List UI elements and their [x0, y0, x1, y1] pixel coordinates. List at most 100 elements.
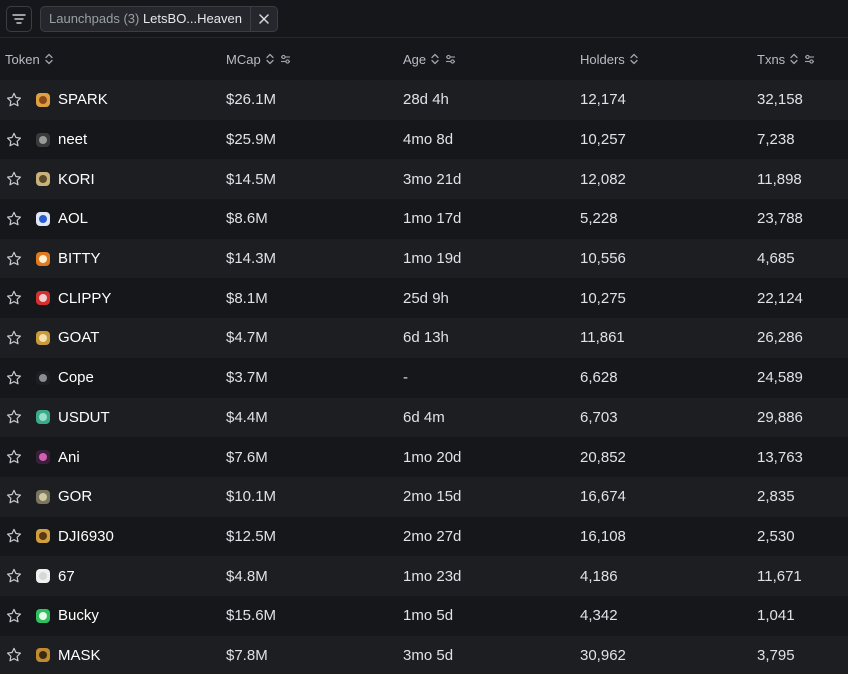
header-mcap[interactable]: MCap — [226, 38, 291, 80]
token-name[interactable]: BITTY — [58, 239, 101, 279]
sort-icon — [431, 53, 439, 65]
token-name[interactable]: KORI — [58, 159, 95, 199]
token-name[interactable]: GOR — [58, 477, 92, 517]
star-icon — [6, 330, 22, 345]
token-logo — [36, 596, 50, 636]
token-logo — [36, 199, 50, 239]
token-name[interactable]: Cope — [58, 358, 94, 398]
column-filter-icon[interactable] — [445, 54, 456, 64]
close-icon — [259, 13, 269, 24]
table-row[interactable]: AOL $8.6M 1mo 17d 5,228 23,788 — [0, 199, 848, 239]
token-txns: 1,041 — [757, 607, 795, 625]
token-name[interactable]: GOAT — [58, 318, 99, 358]
token-txns: 23,788 — [757, 210, 803, 228]
header-holders-label: Holders — [580, 51, 625, 67]
table-row[interactable]: GOR $10.1M 2mo 15d 16,674 2,835 — [0, 476, 848, 517]
header-holders[interactable]: Holders — [580, 38, 638, 80]
token-name[interactable]: USDUT — [58, 398, 110, 438]
token-name[interactable]: neet — [58, 120, 87, 160]
table-row[interactable]: 67 $4.8M 1mo 23d 4,186 11,671 — [0, 556, 848, 596]
token-logo-icon — [36, 648, 50, 663]
favorite-star-button[interactable] — [5, 278, 23, 318]
token-txns: 11,898 — [757, 170, 802, 188]
token-logo-icon — [36, 450, 50, 465]
token-txns: 22,124 — [757, 289, 803, 307]
token-holders: 12,174 — [580, 91, 626, 109]
sort-icon — [630, 53, 638, 65]
table-row[interactable]: CLIPPY $8.1M 25d 9h 10,275 22,124 — [0, 278, 848, 319]
star-icon — [6, 92, 22, 107]
header-token[interactable]: Token — [5, 38, 53, 80]
token-logo-icon — [36, 370, 50, 385]
favorite-star-button[interactable] — [5, 199, 23, 239]
token-name[interactable]: Bucky — [58, 596, 99, 636]
token-name[interactable]: MASK — [58, 636, 101, 674]
column-filter-icon[interactable] — [804, 54, 815, 64]
token-holders: 16,674 — [580, 488, 626, 506]
token-logo — [36, 477, 50, 517]
favorite-star-button[interactable] — [5, 159, 23, 199]
token-logo-icon — [36, 608, 50, 623]
table-row[interactable]: Cope $3.7M - 6,628 24,589 — [0, 357, 848, 398]
token-name[interactable]: AOL — [58, 199, 88, 239]
table-row[interactable]: MASK $7.8M 3mo 5d 30,962 3,795 — [0, 635, 848, 674]
favorite-star-button[interactable] — [5, 80, 23, 120]
token-mcap: $4.8M — [226, 567, 268, 585]
token-txns: 24,589 — [757, 369, 803, 387]
favorite-star-button[interactable] — [5, 556, 23, 596]
token-age: 28d 4h — [403, 91, 449, 109]
favorite-star-button[interactable] — [5, 596, 23, 636]
table-row[interactable]: Ani $7.6M 1mo 20d 20,852 13,763 — [0, 437, 848, 477]
favorite-star-button[interactable] — [5, 517, 23, 557]
table-row[interactable]: USDUT $4.4M 6d 4m 6,703 29,886 — [0, 397, 848, 438]
favorite-star-button[interactable] — [5, 239, 23, 279]
column-filter-icon[interactable] — [280, 54, 291, 64]
favorite-star-button[interactable] — [5, 318, 23, 358]
token-name[interactable]: SPARK — [58, 80, 108, 120]
filter-menu-button[interactable] — [6, 5, 32, 32]
star-icon — [6, 529, 22, 543]
table-row[interactable]: Bucky $15.6M 1mo 5d 4,342 1,041 — [0, 595, 848, 636]
token-logo-icon — [36, 529, 50, 544]
table-row[interactable]: neet $25.9M 4mo 8d 10,257 7,238 — [0, 119, 848, 160]
favorite-star-button[interactable] — [5, 398, 23, 438]
token-logo — [36, 358, 50, 398]
table-row[interactable]: KORI $14.5M 3mo 21d 12,082 11,898 — [0, 159, 848, 200]
token-name[interactable]: CLIPPY — [58, 278, 111, 318]
token-holders: 12,082 — [580, 170, 626, 188]
favorite-star-button[interactable] — [5, 120, 23, 160]
star-icon — [6, 291, 22, 305]
token-txns: 7,238 — [757, 131, 795, 149]
token-name[interactable]: DJI6930 — [58, 517, 114, 557]
table-header: Token MCap Age Holders Txns — [0, 38, 848, 80]
favorite-star-button[interactable] — [5, 477, 23, 517]
token-holders: 16,108 — [580, 527, 626, 545]
token-logo-icon — [36, 330, 50, 345]
favorite-star-button[interactable] — [5, 437, 23, 477]
token-logo-icon — [36, 211, 50, 226]
table-row[interactable]: SPARK $26.1M 28d 4h 12,174 32,158 — [0, 80, 848, 120]
header-txns[interactable]: Txns — [757, 38, 815, 80]
favorite-star-button[interactable] — [5, 358, 23, 398]
token-txns: 29,886 — [757, 408, 803, 426]
token-txns: 3,795 — [757, 646, 795, 664]
table-row[interactable]: GOAT $4.7M 6d 13h 11,861 26,286 — [0, 318, 848, 358]
token-holders: 4,186 — [580, 567, 618, 585]
token-age: 1mo 5d — [403, 607, 454, 625]
token-txns: 2,835 — [757, 488, 795, 506]
token-logo — [36, 239, 50, 279]
table-row[interactable]: DJI6930 $12.5M 2mo 27d 16,108 2,530 — [0, 516, 848, 557]
header-age[interactable]: Age — [403, 38, 456, 80]
token-holders: 11,861 — [580, 329, 625, 347]
token-txns: 11,671 — [757, 567, 802, 585]
remove-filter-button[interactable] — [249, 6, 277, 31]
table-row[interactable]: BITTY $14.3M 1mo 19d 10,556 4,685 — [0, 238, 848, 279]
filter-bar: Launchpads (3) LetsBO...Heaven — [0, 0, 848, 38]
token-age: 25d 9h — [403, 289, 449, 307]
favorite-star-button[interactable] — [5, 636, 23, 674]
token-holders: 30,962 — [580, 646, 626, 664]
token-name[interactable]: 67 — [58, 556, 75, 596]
token-logo — [36, 159, 50, 199]
launchpads-filter-chip[interactable]: Launchpads (3) LetsBO...Heaven — [40, 5, 278, 32]
token-name[interactable]: Ani — [58, 437, 80, 477]
